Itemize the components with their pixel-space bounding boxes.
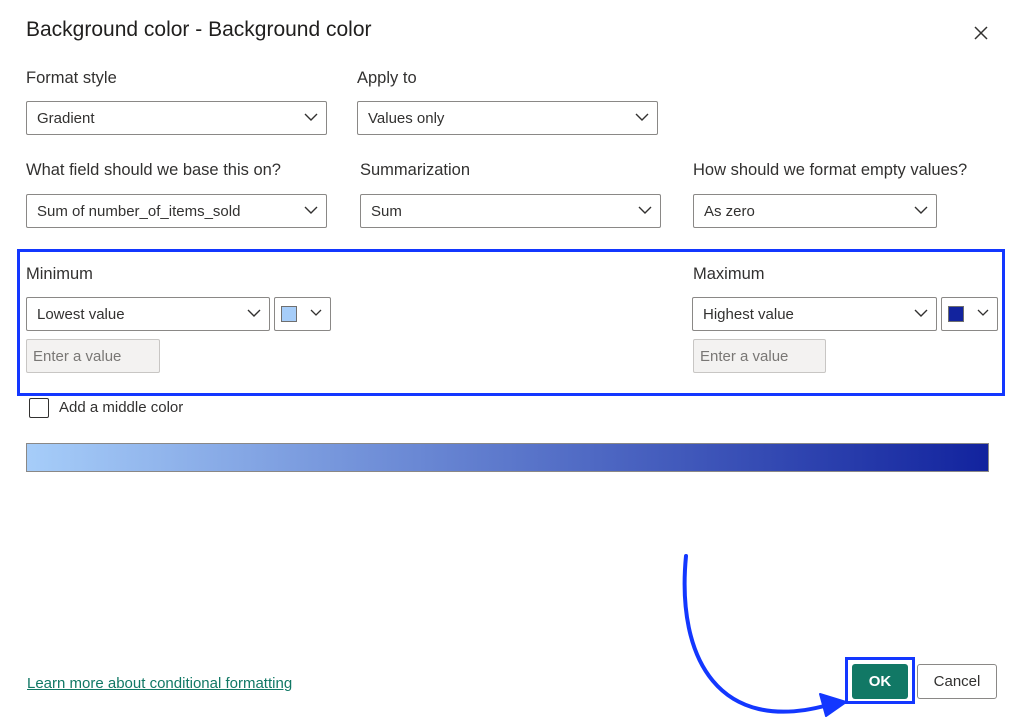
chevron-down-icon: [310, 309, 322, 316]
ok-button[interactable]: OK: [852, 664, 908, 699]
empty-values-label: How should we format empty values?: [693, 161, 968, 179]
minimum-color-swatch: [281, 306, 297, 322]
chevron-down-icon: [638, 206, 652, 214]
chevron-down-icon: [247, 309, 261, 317]
apply-to-value: Values only: [368, 110, 445, 127]
minimum-type-dropdown[interactable]: Lowest value: [26, 297, 270, 331]
chevron-down-icon: [304, 113, 318, 121]
base-field-value: Sum of number_of_items_sold: [37, 203, 241, 220]
format-style-label: Format style: [26, 69, 117, 87]
dialog-title: Background color - Background color: [26, 18, 372, 41]
chevron-down-icon: [977, 309, 989, 316]
base-field-label: What field should we base this on?: [26, 161, 281, 179]
minimum-color-picker[interactable]: [274, 297, 331, 331]
minimum-value-input[interactable]: [26, 339, 160, 373]
format-style-dropdown[interactable]: Gradient: [26, 101, 327, 135]
base-field-dropdown[interactable]: Sum of number_of_items_sold: [26, 194, 327, 228]
gradient-preview: [26, 443, 989, 472]
chevron-down-icon: [914, 309, 928, 317]
close-icon[interactable]: [970, 22, 992, 44]
chevron-down-icon: [635, 113, 649, 121]
minimum-type-value: Lowest value: [37, 306, 125, 323]
chevron-down-icon: [304, 206, 318, 214]
cancel-button[interactable]: Cancel: [917, 664, 997, 699]
maximum-type-dropdown[interactable]: Highest value: [692, 297, 937, 331]
empty-values-dropdown[interactable]: As zero: [693, 194, 937, 228]
maximum-color-swatch: [948, 306, 964, 322]
maximum-color-picker[interactable]: [941, 297, 998, 331]
middle-color-label: Add a middle color: [59, 399, 184, 416]
format-style-value: Gradient: [37, 110, 95, 127]
summarization-label: Summarization: [360, 161, 471, 179]
summarization-value: Sum: [371, 203, 402, 220]
empty-values-value: As zero: [704, 203, 755, 220]
maximum-value-input[interactable]: [693, 339, 826, 373]
middle-color-checkbox[interactable]: [29, 398, 49, 418]
apply-to-dropdown[interactable]: Values only: [357, 101, 658, 135]
maximum-type-value: Highest value: [703, 306, 794, 323]
apply-to-label: Apply to: [357, 69, 417, 87]
summarization-dropdown[interactable]: Sum: [360, 194, 661, 228]
minimum-label: Minimum: [26, 265, 93, 283]
chevron-down-icon: [914, 206, 928, 214]
maximum-label: Maximum: [693, 265, 765, 283]
learn-more-link[interactable]: Learn more about conditional formatting: [27, 675, 292, 692]
